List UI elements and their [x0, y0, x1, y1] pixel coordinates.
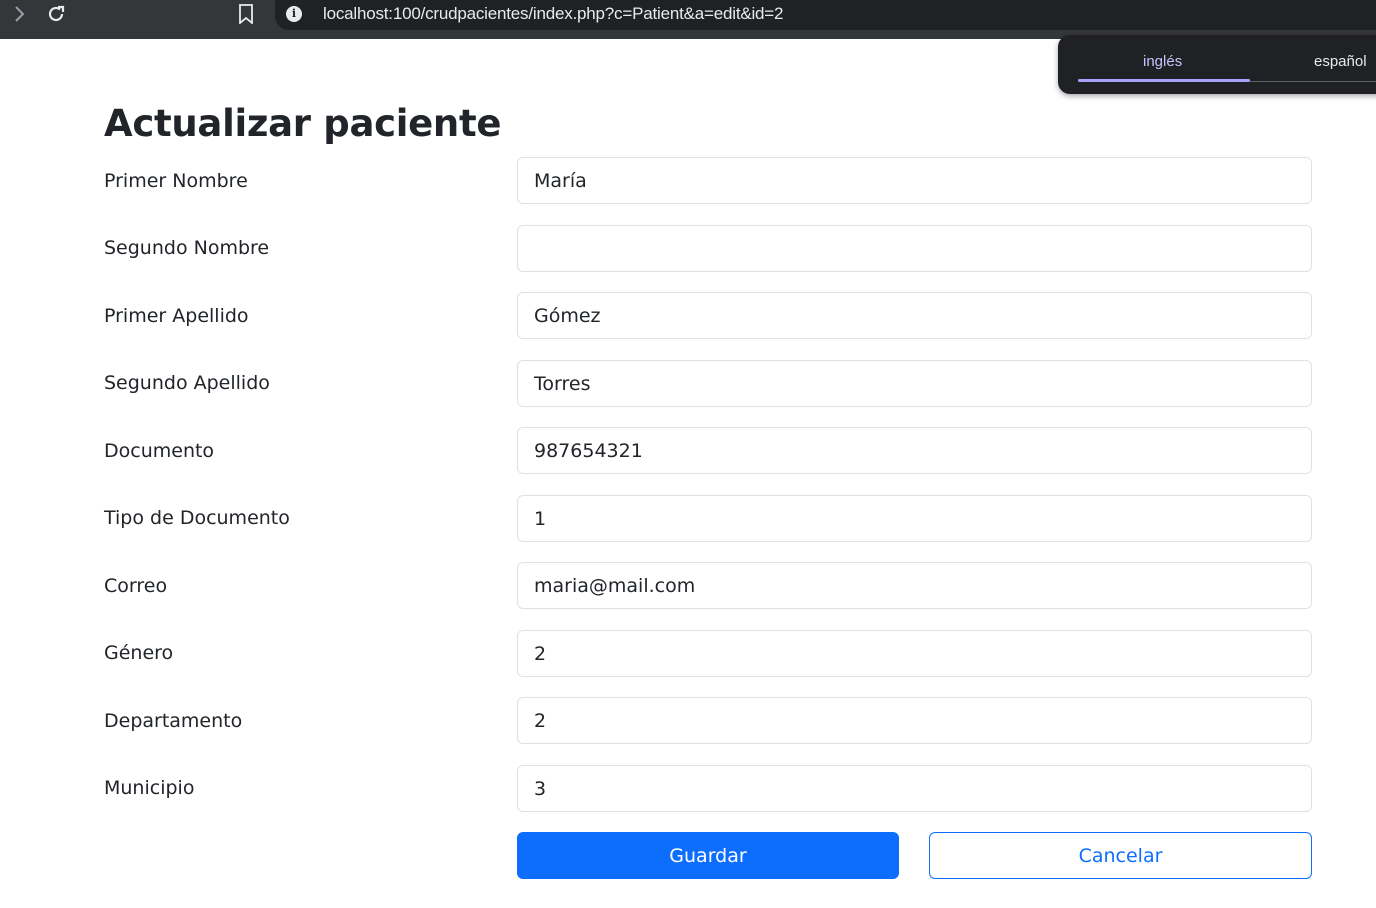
label-segundo-nombre: Segundo Nombre [104, 237, 270, 259]
url-text[interactable]: localhost:100/crudpacientes/index.php?c=… [323, 4, 783, 24]
active-tab-indicator [1078, 79, 1250, 82]
translate-popup: inglés español [1058, 35, 1376, 94]
label-departamento: Departamento [104, 710, 243, 732]
documento-input[interactable] [517, 427, 1312, 474]
departamento-input[interactable] [517, 697, 1312, 744]
municipio-input[interactable] [517, 765, 1312, 812]
segundo-apellido-input[interactable] [517, 360, 1312, 407]
address-bar[interactable]: i localhost:100/crudpacientes/index.php?… [275, 0, 1376, 30]
segundo-nombre-input[interactable] [517, 225, 1312, 272]
tab-divider [1250, 81, 1376, 82]
label-primer-apellido: Primer Apellido [104, 305, 249, 327]
tipo-documento-input[interactable] [517, 495, 1312, 542]
reload-icon[interactable] [42, 0, 70, 28]
label-segundo-apellido: Segundo Apellido [104, 372, 270, 394]
bookmark-icon[interactable] [233, 0, 259, 28]
info-icon[interactable]: i [286, 6, 302, 22]
primer-apellido-input[interactable] [517, 292, 1312, 339]
label-primer-nombre: Primer Nombre [104, 170, 248, 192]
correo-input[interactable] [517, 562, 1312, 609]
label-municipio: Municipio [104, 777, 195, 799]
browser-toolbar: i localhost:100/crudpacientes/index.php?… [0, 0, 1376, 39]
label-correo: Correo [104, 575, 168, 597]
tab-ingles[interactable]: inglés [1143, 53, 1182, 70]
chevron-right-icon[interactable] [6, 0, 32, 28]
label-genero: Género [104, 642, 174, 664]
label-documento: Documento [104, 440, 215, 462]
tab-espanol[interactable]: español [1314, 53, 1367, 70]
cancel-button[interactable]: Cancelar [929, 832, 1312, 879]
label-tipo-documento: Tipo de Documento [104, 507, 290, 529]
genero-input[interactable] [517, 630, 1312, 677]
page-title: Actualizar paciente [104, 102, 502, 145]
primer-nombre-input[interactable] [517, 157, 1312, 204]
save-button[interactable]: Guardar [517, 832, 899, 879]
